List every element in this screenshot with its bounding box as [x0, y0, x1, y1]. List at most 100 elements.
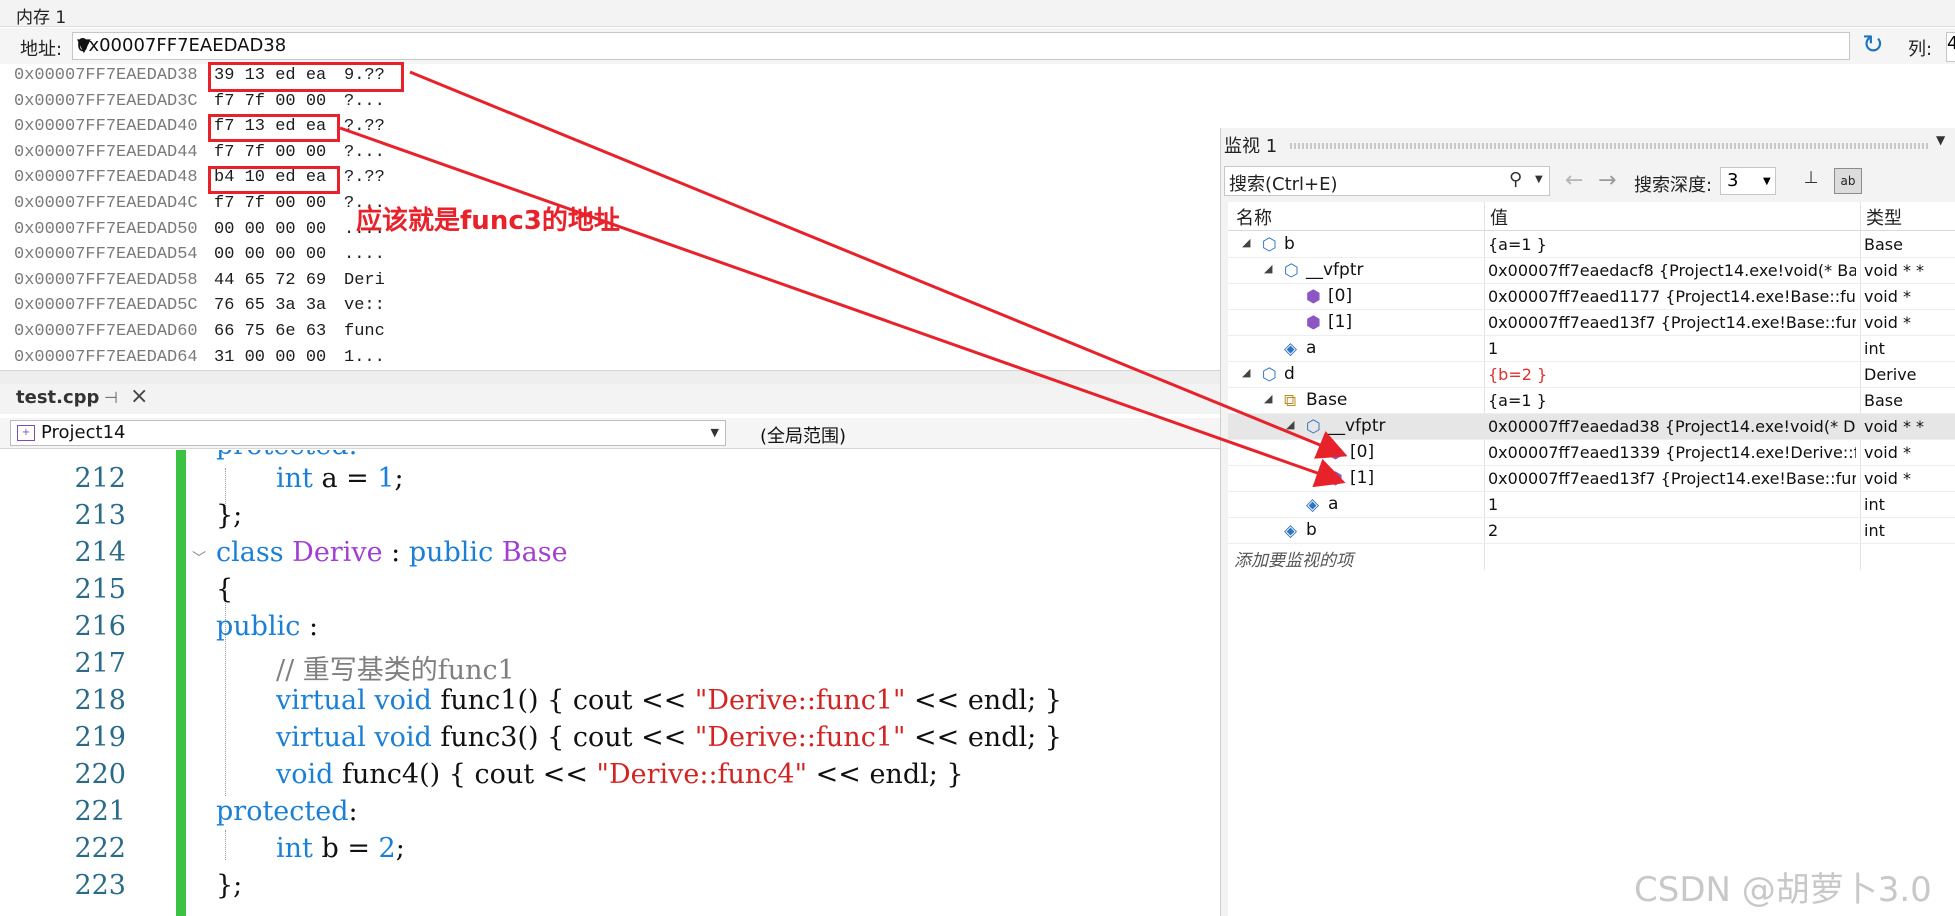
memory-row[interactable]: 0x00007FF7EAEDAD40 f7 13 ed ea?.??	[14, 117, 385, 142]
watch-row-value[interactable]: 2	[1488, 521, 1856, 540]
drag-handle[interactable]	[1290, 143, 1930, 149]
memory-row[interactable]: 0x00007FF7EAEDAD50 00 00 00 00....	[14, 220, 385, 245]
code-token: << endl; }	[905, 685, 1062, 716]
watch-row[interactable]: ◢ ⧉ Base {a=1 } Base	[1228, 388, 1955, 414]
watch-row[interactable]: ◢ ⬡ d {b=2 } Derive	[1228, 362, 1955, 388]
highlight-box	[208, 114, 340, 142]
watch-row-name: a	[1306, 338, 1317, 358]
code-token: 2	[378, 833, 396, 864]
address-input[interactable]: 0x00007FF7EAEDAD38 ▼	[72, 32, 1850, 60]
code-token: a =	[312, 463, 378, 494]
chevron-down-icon[interactable]: ▼	[1535, 174, 1543, 185]
watch-row[interactable]: ◈ b 2 int	[1228, 518, 1955, 544]
back-arrow-icon[interactable]: ←	[1565, 168, 1583, 193]
watch-row[interactable]: ◢ ⬡ b {a=1 } Base	[1228, 232, 1955, 258]
memory-bytes[interactable]: f7 7f 00 00	[214, 194, 326, 213]
memory-bytes[interactable]: 00 00 00 00	[214, 245, 326, 264]
watch-row[interactable]: ⬢ [1] 0x00007ff7eaed13f7 {Project14.exe!Ba…	[1228, 466, 1955, 492]
watch-row[interactable]: ⬢ [0] 0x00007ff7eaed1177 {Project14.exe!Ba…	[1228, 284, 1955, 310]
watch-row-value[interactable]: {a=1 }	[1488, 235, 1856, 254]
collapse-icon[interactable]: ﹀	[192, 548, 206, 568]
memory-row[interactable]: 0x00007FF7EAEDAD64 31 00 00 00 1...	[14, 348, 385, 373]
watch-row-value[interactable]: 0x00007ff7eaed1339 {Project14.exe!Derive…	[1488, 443, 1856, 462]
code-token: void	[374, 722, 432, 753]
watch-window-title: 监视 1	[1224, 136, 1278, 157]
expand-toggle-icon[interactable]: ◢	[1286, 418, 1294, 431]
tab-test-cpp[interactable]: test.cpp	[16, 387, 99, 408]
memory-row[interactable]: 0x00007FF7EAEDAD5C 76 65 3a 3a ve::	[14, 296, 385, 321]
watch-row-value[interactable]: 0x00007ff7eaed13f7 {Project14.exe!Base::…	[1488, 313, 1856, 332]
pin-icon[interactable]: ⊥	[1798, 168, 1824, 192]
watch-row[interactable]: ⬢ [0] 0x00007ff7eaed1339 {Project14.exe!De…	[1228, 440, 1955, 466]
watch-search-input[interactable]: 搜索(Ctrl+E) ⚲ ▼	[1224, 166, 1550, 196]
code-line-215: {	[216, 574, 233, 605]
add-watch-item[interactable]: 添加要监视的项	[1234, 546, 1353, 571]
memory-bytes[interactable]: 31 00 00 00	[214, 348, 326, 367]
search-depth-dropdown[interactable]: 3 ▼	[1720, 167, 1776, 195]
code-token: :	[300, 611, 319, 642]
expand-toggle-icon[interactable]: ◢	[1264, 262, 1272, 275]
chevron-down-icon[interactable]: ▼	[1936, 133, 1945, 147]
line-number: 215	[74, 574, 126, 605]
memory-row[interactable]: 0x00007FF7EAEDAD38 39 13 ed ea 9.??	[14, 66, 385, 91]
memory-row[interactable]: 0x00007FF7EAEDAD58 44 65 72 69 Deri	[14, 270, 385, 296]
watch-row[interactable]: ◈ a 1 int	[1228, 492, 1955, 518]
hex-display-icon[interactable]: ab	[1834, 168, 1862, 194]
watch-row-value[interactable]: 0x00007ff7eaedacf8 {Project14.exe!void(*…	[1488, 261, 1856, 280]
memory-bytes[interactable]: 76 65 3a 3a	[214, 296, 326, 315]
watermark: CSDN @胡萝卜3.0	[1634, 870, 1932, 910]
forward-arrow-icon[interactable]: →	[1598, 168, 1616, 193]
watch-row[interactable]: ◈ a 1 int	[1228, 336, 1955, 362]
watch-row-name: b	[1284, 234, 1295, 254]
method-icon: ⬢	[1328, 469, 1343, 489]
memory-chars: ?.??	[344, 168, 385, 188]
code-string: "Derive::func1"	[694, 722, 906, 753]
memory-bytes[interactable]: f7 7f 00 00	[214, 143, 326, 162]
memory-bytes[interactable]: 66 75 6e 63	[214, 322, 326, 341]
column-header-type[interactable]: 类型	[1866, 204, 1902, 230]
memory-row[interactable]: 0x00007FF7EAEDAD48 b4 10 ed ea?.??	[14, 168, 385, 193]
watch-row-type: int	[1864, 521, 1885, 540]
column-header-value[interactable]: 值	[1490, 204, 1508, 230]
scope-dropdown[interactable]: (全局范围)	[760, 422, 846, 448]
memory-chars: Deri	[344, 270, 385, 290]
line-number: 212	[74, 463, 126, 494]
memory-bytes[interactable]: 44 65 72 69	[214, 271, 326, 290]
watch-row-type: Base	[1864, 391, 1903, 410]
watch-row-value[interactable]: 1	[1488, 339, 1856, 358]
chevron-down-icon[interactable]: ▼	[711, 426, 719, 439]
watch-row-value[interactable]: 0x00007ff7eaed1177 {Project14.exe!Base::…	[1488, 287, 1856, 306]
refresh-icon[interactable]: ↻	[1862, 30, 1884, 60]
expand-toggle-icon[interactable]: ◢	[1242, 366, 1250, 379]
memory-bytes[interactable]: 00 00 00 00	[214, 220, 326, 239]
watch-row-value[interactable]: 0x00007ff7eaed13f7 {Project14.exe!Base::…	[1488, 469, 1856, 488]
search-icon[interactable]: ⚲	[1509, 169, 1522, 190]
watch-row[interactable]: ◢ ⬡ __vfptr 0x00007ff7eaedacf8 {Project14.e…	[1228, 258, 1955, 284]
close-icon[interactable]: ×	[130, 384, 148, 409]
expand-toggle-icon[interactable]: ◢	[1264, 392, 1272, 405]
project-dropdown[interactable]: + Project14 ▼	[10, 420, 726, 446]
chevron-down-icon[interactable]: ▼	[1763, 176, 1771, 187]
code-token: int	[276, 833, 313, 864]
watch-row-value[interactable]: 0x00007ff7eaedad38 {Project14.exe!void(*…	[1488, 417, 1856, 436]
pin-icon[interactable]: ⊣	[104, 388, 118, 407]
memory-row[interactable]: 0x00007FF7EAEDAD54 00 00 00 00....	[14, 245, 385, 270]
watch-row[interactable]: ◢ ⬡ __vfptr 0x00007ff7eaedad38 {Project14.e…	[1228, 414, 1955, 440]
memory-address: 0x00007FF7EAEDAD58	[14, 270, 198, 290]
panel-splitter[interactable]	[0, 370, 1220, 385]
memory-row[interactable]: 0x00007FF7EAEDAD3C f7 7f 00 00?...	[14, 92, 385, 117]
memory-row[interactable]: 0x00007FF7EAEDAD60 66 75 6e 63 func	[14, 322, 385, 347]
watch-row-value[interactable]: {b=2 }	[1488, 365, 1856, 384]
column-input[interactable]: 4	[1946, 32, 1955, 62]
memory-row[interactable]: 0x00007FF7EAEDAD44 f7 7f 00 00?...	[14, 143, 385, 168]
memory-bytes[interactable]: f7 7f 00 00	[214, 92, 326, 111]
expand-toggle-icon[interactable]: ◢	[1242, 236, 1250, 249]
memory-row[interactable]: 0x00007FF7EAEDAD4C f7 7f 00 00?...	[14, 194, 385, 219]
watch-row-value[interactable]: {a=1 }	[1488, 391, 1856, 410]
chevron-down-icon[interactable]: ▼	[77, 35, 1843, 56]
code-token: void	[374, 685, 432, 716]
column-header-name[interactable]: 名称	[1236, 204, 1272, 230]
line-number: 220	[74, 759, 126, 790]
watch-row-value[interactable]: 1	[1488, 495, 1856, 514]
watch-row[interactable]: ⬢ [1] 0x00007ff7eaed13f7 {Project14.exe!Ba…	[1228, 310, 1955, 336]
